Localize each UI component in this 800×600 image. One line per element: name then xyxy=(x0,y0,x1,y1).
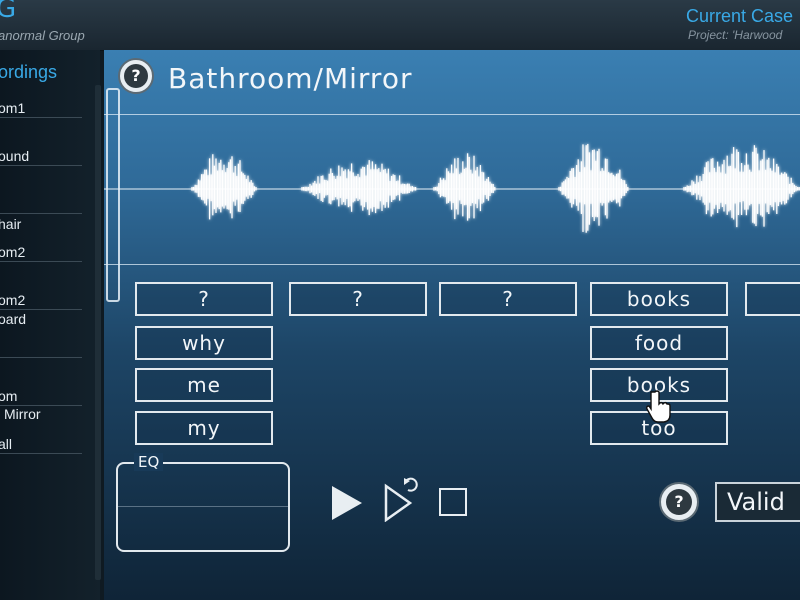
word-option[interactable]: my xyxy=(135,411,273,445)
validate-button[interactable]: Valid xyxy=(715,482,800,522)
sidebar-divider xyxy=(0,309,82,310)
word-slot-4[interactable]: books xyxy=(590,282,728,316)
sidebar-item[interactable]: om1 xyxy=(0,100,82,116)
top-bar: G anormal Group Current Case Project: 'H… xyxy=(0,0,800,51)
validate-help-button[interactable]: ? xyxy=(659,482,699,522)
sidebar-item[interactable]: om xyxy=(0,388,82,404)
audio-waveform[interactable] xyxy=(104,114,800,266)
sidebar-item-selected[interactable]: Mirror xyxy=(4,406,88,422)
logo-subtitle: anormal Group xyxy=(0,28,85,43)
waveform-graphic xyxy=(104,143,800,233)
word-slot-3[interactable]: ? xyxy=(439,282,577,316)
word-option[interactable]: me xyxy=(135,368,273,402)
word-slot-1[interactable]: ? xyxy=(135,282,273,316)
sidebar-divider xyxy=(0,117,82,118)
sidebar-divider xyxy=(0,261,82,262)
sidebar-item[interactable]: oard xyxy=(0,311,82,327)
recording-panel: ? Bathroom/Mirror ? why me my ? ? books … xyxy=(104,50,800,600)
project-name: Project: 'Harwood xyxy=(688,28,783,42)
word-option[interactable]: why xyxy=(135,326,273,360)
eq-baseline xyxy=(118,506,288,507)
word-slot-5[interactable] xyxy=(745,282,800,316)
sidebar-item[interactable]: hair xyxy=(0,216,82,232)
sidebar-item[interactable]: om2 xyxy=(0,292,82,308)
sidebar-divider xyxy=(0,357,82,358)
sidebar-divider xyxy=(0,213,82,214)
eq-label: EQ xyxy=(134,453,164,471)
sidebar-divider xyxy=(0,405,82,406)
case-title: Current Case xyxy=(686,6,794,26)
replay-icon[interactable] xyxy=(382,476,424,522)
play-icon[interactable] xyxy=(330,484,364,522)
sidebar-scrollbar[interactable] xyxy=(95,85,101,580)
question-icon: ? xyxy=(124,64,148,88)
sidebar-item[interactable]: all xyxy=(0,436,82,452)
word-slot-2[interactable]: ? xyxy=(289,282,427,316)
sidebar-divider xyxy=(0,453,82,454)
word-option[interactable]: food xyxy=(590,326,728,360)
recording-title: Bathroom/Mirror xyxy=(168,62,413,95)
sidebar-title: ordings xyxy=(0,62,58,82)
hand-cursor-icon xyxy=(646,390,671,423)
sidebar-divider xyxy=(0,165,82,166)
stop-icon[interactable] xyxy=(439,488,467,516)
logo-letter: G xyxy=(0,0,17,24)
sidebar-item[interactable]: ound xyxy=(0,148,82,164)
question-icon: ? xyxy=(666,489,692,515)
sidebar-item[interactable]: om2 xyxy=(0,244,82,260)
help-button[interactable]: ? xyxy=(118,58,154,94)
eq-panel[interactable]: EQ xyxy=(116,453,290,552)
recordings-sidebar: ordings om1 ound hair om2 om2 oard om Mi… xyxy=(0,50,101,600)
